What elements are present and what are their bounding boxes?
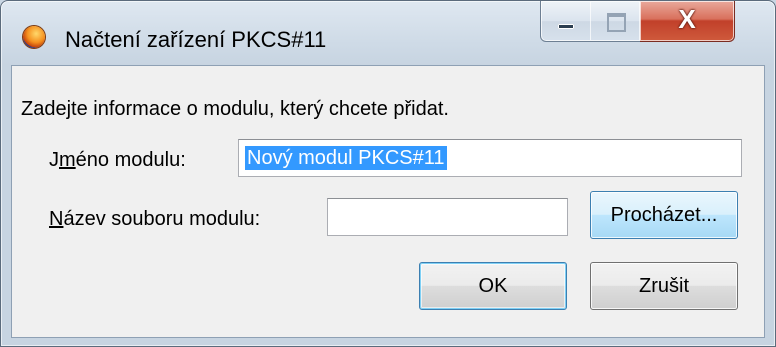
maximize-icon [607,13,626,32]
ok-button-label: OK [478,275,508,297]
module-file-label: Název souboru modulu: [49,208,261,230]
minimize-icon [558,24,574,29]
title-bar[interactable]: Načtení zařízení PKCS#11 X [1,1,775,65]
browse-button[interactable]: Procházet... [590,191,738,239]
minimize-button[interactable] [540,1,592,42]
module-name-label: Jméno modulu: [49,149,186,171]
browse-button-label: Procházet... [610,204,718,226]
module-name-value: Nový modul PKCS#11 [245,146,447,170]
window-title: Načtení zařízení PKCS#11 [65,27,327,52]
dialog-content: Zadejte informace o modulu, který chcete… [11,65,765,338]
firefox-app-icon [23,26,45,48]
cancel-button-label: Zrušit [639,275,689,297]
maximize-button [590,1,641,42]
close-button[interactable]: X [640,1,735,42]
dialog-window: Načtení zařízení PKCS#11 X Zadejte infor… [0,0,776,347]
close-icon: X [678,4,696,34]
instruction-text: Zadejte informace o modulu, který chcete… [21,98,449,120]
cancel-button[interactable]: Zrušit [590,262,738,310]
ok-button[interactable]: OK [419,262,567,310]
module-file-input[interactable] [327,198,568,236]
module-name-input[interactable]: Nový modul PKCS#11 [238,139,742,177]
